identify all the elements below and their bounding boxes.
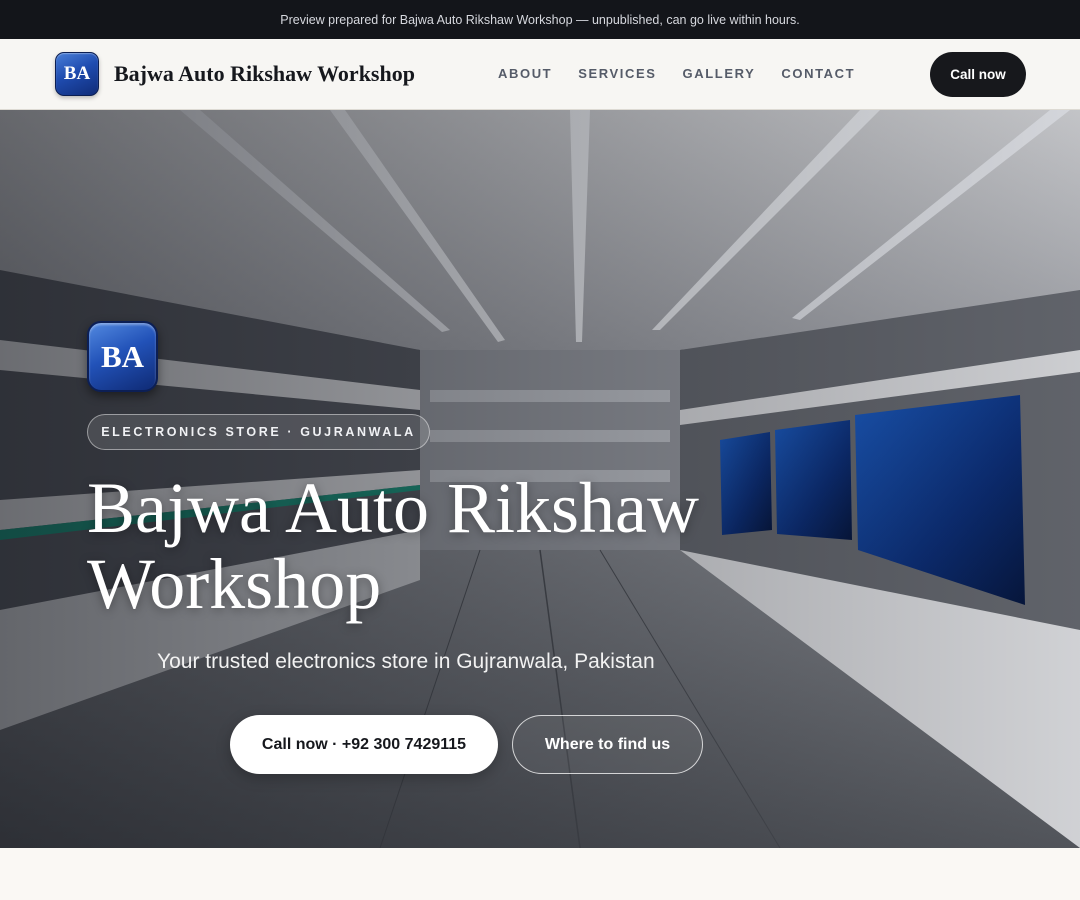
nav-gallery[interactable]: GALLERY [683, 66, 756, 81]
header-call-button[interactable]: Call now [930, 52, 1026, 97]
hero-logo: BA [87, 321, 158, 392]
nav-contact[interactable]: CONTACT [781, 66, 855, 81]
call-now-button[interactable]: Call now · +92 300 7429115 [230, 715, 498, 774]
hero-section: BA ELECTRONICS STORE · GUJRANWALA Bajwa … [0, 110, 1080, 848]
nav-services[interactable]: SERVICES [578, 66, 656, 81]
brand[interactable]: BA Bajwa Auto Rikshaw Workshop [55, 52, 415, 96]
brand-name: Bajwa Auto Rikshaw Workshop [114, 61, 415, 86]
brand-logo: BA [55, 52, 99, 96]
main-nav: ABOUT SERVICES GALLERY CONTACT [498, 66, 881, 81]
preview-banner: Preview prepared for Bajwa Auto Rikshaw … [0, 0, 1080, 39]
site-header: BA Bajwa Auto Rikshaw Workshop ABOUT SER… [0, 39, 1080, 110]
next-section [0, 848, 1080, 900]
hero-subtitle: Your trusted electronics store in Gujran… [157, 650, 655, 673]
hero-title: Bajwa Auto Rikshaw Workshop [87, 468, 699, 624]
preview-banner-text: Preview prepared for Bajwa Auto Rikshaw … [280, 12, 800, 27]
category-badge: ELECTRONICS STORE · GUJRANWALA [87, 414, 430, 450]
nav-about[interactable]: ABOUT [498, 66, 552, 81]
find-us-button[interactable]: Where to find us [512, 715, 703, 774]
